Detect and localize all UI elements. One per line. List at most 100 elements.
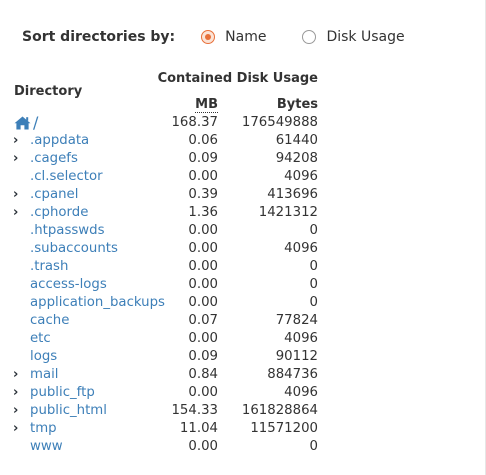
- bytes-column-header: Bytes: [276, 97, 318, 112]
- bytes-value: 413696: [267, 187, 318, 202]
- mb-value: 0.00: [188, 223, 218, 238]
- sort-by-disk-usage-radio[interactable]: [302, 30, 317, 44]
- directory-link[interactable]: .appdata: [30, 132, 89, 150]
- mb-value: 0.39: [188, 187, 218, 202]
- table-row: .htpasswds 0.00 0: [0, 222, 486, 240]
- table-row: › mail 0.84 884736: [0, 366, 486, 384]
- directory-link[interactable]: www: [30, 438, 63, 456]
- bytes-value: 0: [309, 439, 318, 454]
- table-row: application_backups 0.00 0: [0, 294, 486, 312]
- directory-link[interactable]: etc: [30, 330, 51, 348]
- mb-value: 0.84: [188, 367, 218, 382]
- table-row: › .cphorde 1.36 1421312: [0, 204, 486, 222]
- table-row: .cl.selector 0.00 4096: [0, 168, 486, 186]
- bytes-value: 4096: [284, 169, 318, 184]
- root-directory-link[interactable]: /: [14, 114, 38, 132]
- sort-by-disk-usage-label: Disk Usage: [326, 29, 405, 45]
- directory-link[interactable]: public_html: [30, 402, 107, 420]
- sort-controls: Sort directories by: Name Disk Usage: [22, 22, 405, 52]
- directory-link[interactable]: cache: [30, 312, 69, 330]
- table-row: › .appdata 0.06 61440: [0, 132, 486, 150]
- bytes-value: 161828864: [241, 403, 318, 418]
- chevron-right-icon[interactable]: ›: [13, 204, 23, 222]
- table-row: .subaccounts 0.00 4096: [0, 240, 486, 258]
- table-row: etc 0.00 4096: [0, 330, 486, 348]
- bytes-value: 0: [309, 277, 318, 292]
- mb-value: 0.00: [188, 295, 218, 310]
- mb-value: 0.00: [188, 277, 218, 292]
- mb-value: 1.36: [188, 205, 218, 220]
- mb-value: 0.00: [188, 385, 218, 400]
- mb-value: 154.33: [171, 403, 218, 418]
- sort-by-name-radio[interactable]: [201, 30, 216, 44]
- directory-link[interactable]: .cpanel: [30, 186, 78, 204]
- directory-link[interactable]: access-logs: [30, 276, 107, 294]
- mb-value: 0.06: [188, 133, 218, 148]
- root-bytes-value: 176549888: [241, 115, 318, 130]
- mb-value: 11.04: [179, 421, 218, 436]
- table-row: www 0.00 0: [0, 438, 486, 456]
- bytes-value: 61440: [275, 133, 318, 148]
- table-row: › public_ftp 0.00 4096: [0, 384, 486, 402]
- bytes-value: 4096: [284, 331, 318, 346]
- directory-table: / 168.37 176549888 › .appdata 0.06 61440 › .c…: [0, 114, 486, 456]
- sort-label: Sort directories by:: [22, 29, 176, 45]
- bytes-value: 884736: [267, 367, 318, 382]
- directory-link[interactable]: tmp: [30, 420, 57, 438]
- bytes-value: 0: [309, 295, 318, 310]
- mb-value: 0.00: [188, 241, 218, 256]
- directory-link[interactable]: mail: [30, 366, 59, 384]
- root-mb-value: 168.37: [171, 115, 218, 130]
- bytes-value: 4096: [284, 241, 318, 256]
- mb-value: 0.00: [188, 259, 218, 274]
- mb-value: 0.09: [188, 151, 218, 166]
- bytes-value: 94208: [275, 151, 318, 166]
- chevron-right-icon[interactable]: ›: [13, 420, 23, 438]
- directory-link[interactable]: .subaccounts: [30, 240, 118, 258]
- mb-value: 0.00: [188, 169, 218, 184]
- bytes-value: 0: [309, 259, 318, 274]
- chevron-right-icon[interactable]: ›: [13, 150, 23, 168]
- directory-link[interactable]: .cl.selector: [30, 168, 103, 186]
- bytes-value: 1421312: [258, 205, 318, 220]
- bytes-value: 77824: [275, 313, 318, 328]
- bytes-value: 0: [309, 223, 318, 238]
- chevron-right-icon[interactable]: ›: [13, 186, 23, 204]
- table-row: logs 0.09 90112: [0, 348, 486, 366]
- directory-column-header: Directory: [14, 84, 83, 99]
- table-row: cache 0.07 77824: [0, 312, 486, 330]
- mb-value: 0.07: [188, 313, 218, 328]
- directory-link[interactable]: .htpasswds: [30, 222, 105, 240]
- directory-link[interactable]: .cphorde: [30, 204, 88, 222]
- chevron-right-icon[interactable]: ›: [13, 402, 23, 420]
- bytes-value: 90112: [275, 349, 318, 364]
- mb-column-header: MB: [150, 97, 218, 113]
- sort-by-disk-usage-option[interactable]: Disk Usage: [302, 29, 405, 45]
- root-directory-name: /: [33, 113, 39, 132]
- mb-value: 0.09: [188, 349, 218, 364]
- sort-by-name-label: Name: [225, 29, 267, 45]
- directory-link[interactable]: logs: [30, 348, 57, 366]
- sort-by-name-option[interactable]: Name: [201, 29, 266, 45]
- table-row: › .cpanel 0.39 413696: [0, 186, 486, 204]
- chevron-right-icon[interactable]: ›: [13, 384, 23, 402]
- table-row-root: / 168.37 176549888: [0, 114, 486, 132]
- directory-link[interactable]: .cagefs: [30, 150, 78, 168]
- directory-rows: › .appdata 0.06 61440 › .cagefs 0.09 94208 .cl.s…: [0, 132, 486, 456]
- mb-value: 0.00: [188, 439, 218, 454]
- chevron-right-icon[interactable]: ›: [13, 366, 23, 384]
- chevron-right-icon[interactable]: ›: [13, 132, 23, 150]
- directory-link[interactable]: application_backups: [30, 294, 165, 312]
- mb-value: 0.00: [188, 331, 218, 346]
- bytes-value: 11571200: [250, 421, 318, 436]
- directory-link[interactable]: public_ftp: [30, 384, 95, 402]
- table-row: access-logs 0.00 0: [0, 276, 486, 294]
- table-row: .trash 0.00 0: [0, 258, 486, 276]
- bytes-value: 4096: [284, 385, 318, 400]
- home-icon: [14, 116, 31, 130]
- table-row: › tmp 11.04 11571200: [0, 420, 486, 438]
- mb-column-header-text: MB: [195, 97, 218, 113]
- table-row: › public_html 154.33 161828864: [0, 402, 486, 420]
- table-row: › .cagefs 0.09 94208: [0, 150, 486, 168]
- directory-link[interactable]: .trash: [30, 258, 68, 276]
